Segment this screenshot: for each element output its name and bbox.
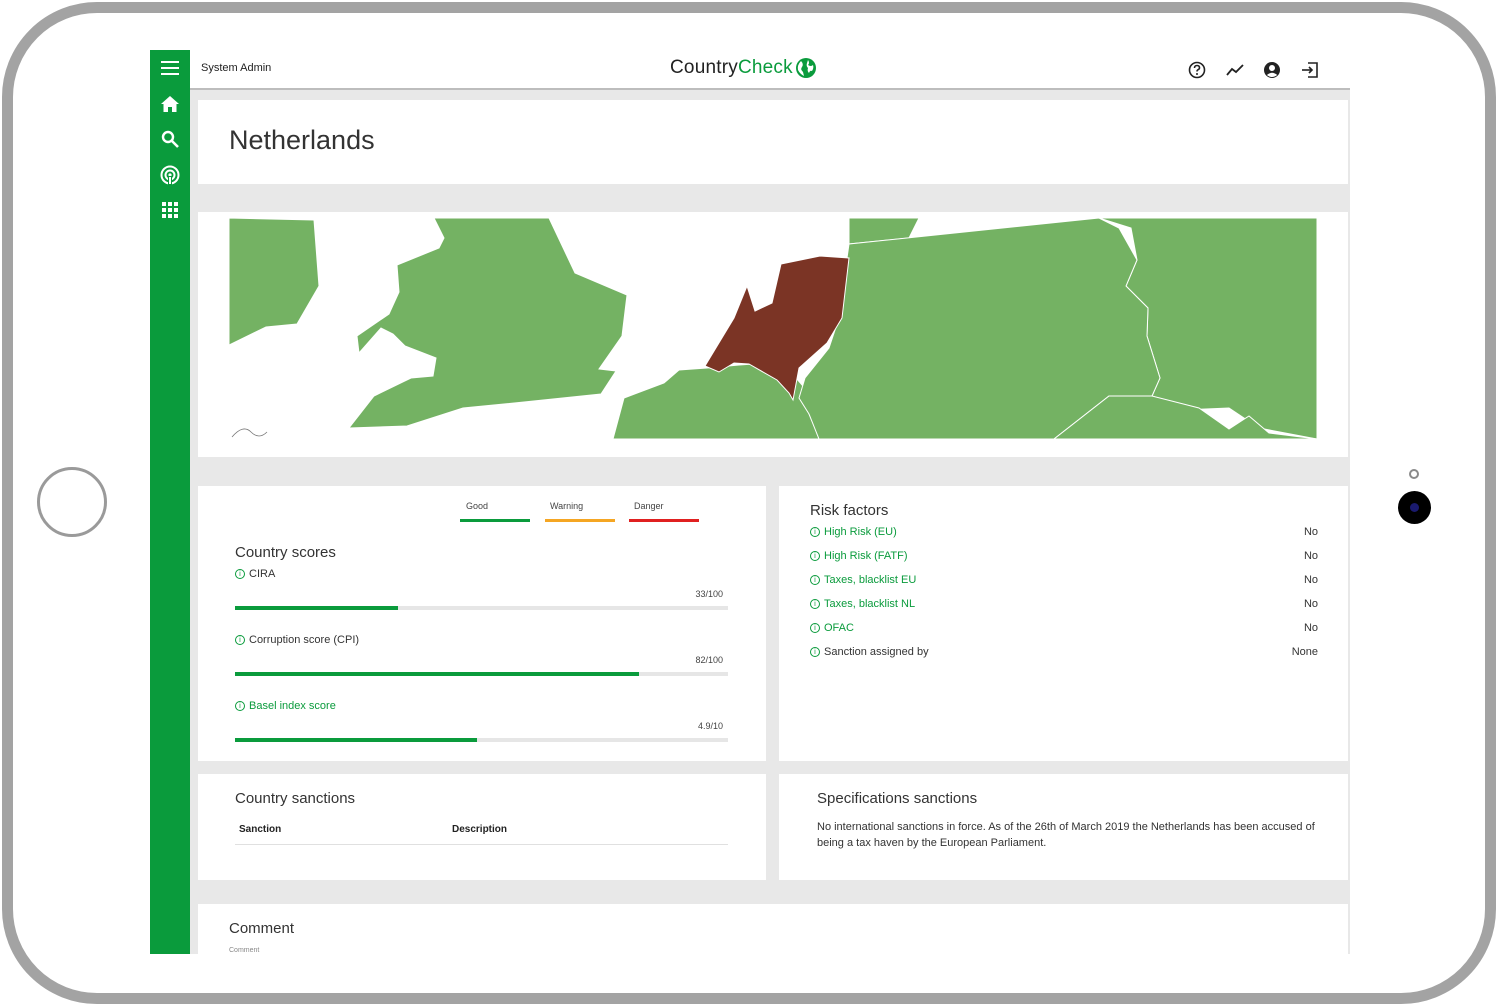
app-screen: System Admin CountryCheck Netherlands bbox=[150, 50, 1350, 954]
scores-title: Country scores bbox=[235, 544, 336, 561]
home-icon[interactable] bbox=[156, 90, 184, 118]
info-icon[interactable]: i bbox=[810, 647, 820, 657]
globe-icon bbox=[795, 57, 817, 79]
brand-name-part2: Check bbox=[738, 57, 793, 79]
logout-icon[interactable] bbox=[1299, 59, 1321, 81]
specifications-sanctions-card: Specifications sanctions No internationa… bbox=[779, 774, 1348, 880]
score-bar-fill bbox=[235, 738, 477, 742]
info-icon[interactable]: i bbox=[810, 575, 820, 585]
risk-label[interactable]: iOFAC bbox=[810, 622, 854, 634]
map-land-ireland bbox=[229, 218, 319, 345]
search-icon[interactable] bbox=[156, 125, 184, 153]
risk-value: No bbox=[1304, 598, 1318, 610]
apps-grid-icon[interactable] bbox=[156, 196, 184, 224]
score-bar-cira bbox=[235, 606, 728, 610]
tablet-home-button bbox=[37, 467, 107, 537]
legend-warning-label: Warning bbox=[550, 501, 583, 511]
legend-good-bar bbox=[460, 519, 530, 522]
info-icon[interactable]: i bbox=[810, 599, 820, 609]
brand-logo[interactable]: CountryCheck bbox=[670, 57, 817, 79]
score-value-cira: 33/100 bbox=[695, 589, 723, 599]
country-scores-card: Good Warning Danger Country scores iCIRA… bbox=[198, 486, 766, 761]
info-icon[interactable]: i bbox=[235, 569, 245, 579]
risk-label[interactable]: iTaxes, blacklist EU bbox=[810, 574, 916, 586]
risk-value: None bbox=[1292, 646, 1318, 658]
tablet-camera bbox=[1398, 491, 1431, 524]
map-land-britain bbox=[349, 218, 627, 428]
map-scale-mark bbox=[232, 429, 267, 437]
risk-value: No bbox=[1304, 550, 1318, 562]
page-header-card: Netherlands bbox=[198, 100, 1348, 184]
info-icon[interactable]: i bbox=[235, 701, 245, 711]
score-bar-basel bbox=[235, 738, 728, 742]
risk-row-sanction-assigned-by: iSanction assigned by None bbox=[810, 644, 1318, 660]
score-value-basel: 4.9/10 bbox=[698, 721, 723, 731]
score-bar-fill bbox=[235, 606, 398, 610]
score-label-cira[interactable]: iCIRA bbox=[235, 568, 275, 580]
country-map[interactable] bbox=[229, 218, 1317, 439]
risk-value: No bbox=[1304, 574, 1318, 586]
info-icon[interactable]: i bbox=[810, 527, 820, 537]
score-label-cpi[interactable]: iCorruption score (CPI) bbox=[235, 634, 359, 646]
comment-card: Comment Comment bbox=[198, 904, 1348, 954]
score-bar-fill bbox=[235, 672, 639, 676]
score-bar-cpi bbox=[235, 672, 728, 676]
risk-title: Risk factors bbox=[810, 502, 888, 519]
top-bar: System Admin CountryCheck bbox=[190, 50, 1350, 90]
legend-danger-label: Danger bbox=[634, 501, 664, 511]
info-icon[interactable]: i bbox=[810, 551, 820, 561]
country-map-card bbox=[198, 212, 1348, 457]
sidebar bbox=[150, 50, 190, 954]
risk-value: No bbox=[1304, 622, 1318, 634]
risk-row-tax-blacklist-nl: iTaxes, blacklist NL No bbox=[810, 596, 1318, 612]
info-icon[interactable]: i bbox=[810, 623, 820, 633]
legend-warning-bar bbox=[545, 519, 615, 522]
column-header-description[interactable]: Description bbox=[452, 824, 507, 835]
comment-title: Comment bbox=[229, 920, 294, 937]
risk-row-high-risk-eu: iHigh Risk (EU) No bbox=[810, 524, 1318, 540]
risk-label[interactable]: iHigh Risk (FATF) bbox=[810, 550, 908, 562]
risk-row-high-risk-fatf: iHigh Risk (FATF) No bbox=[810, 548, 1318, 564]
legend-danger-bar bbox=[629, 519, 699, 522]
help-icon[interactable] bbox=[1186, 59, 1208, 81]
risk-label[interactable]: iHigh Risk (EU) bbox=[810, 526, 897, 538]
risk-factors-card: Risk factors iHigh Risk (EU) No iHigh Ri… bbox=[779, 486, 1348, 761]
risk-label[interactable]: iSanction assigned by bbox=[810, 646, 929, 658]
specifications-title: Specifications sanctions bbox=[817, 790, 977, 807]
score-value-cpi: 82/100 bbox=[695, 655, 723, 665]
current-user: System Admin bbox=[201, 62, 271, 74]
account-icon[interactable] bbox=[1261, 59, 1283, 81]
comment-field-label[interactable]: Comment bbox=[229, 947, 259, 954]
risk-row-ofac: iOFAC No bbox=[810, 620, 1318, 636]
score-label-basel[interactable]: iBasel index score bbox=[235, 700, 336, 712]
risk-label[interactable]: iTaxes, blacklist NL bbox=[810, 598, 915, 610]
tablet-sensor bbox=[1409, 469, 1419, 479]
brand-name-part1: Country bbox=[670, 57, 738, 79]
risk-value: No bbox=[1304, 526, 1318, 538]
sanctions-title: Country sanctions bbox=[235, 790, 355, 807]
country-sanctions-card: Country sanctions Sanction Description bbox=[198, 774, 766, 880]
risk-row-tax-blacklist-eu: iTaxes, blacklist EU No bbox=[810, 572, 1318, 588]
info-icon[interactable]: i bbox=[235, 635, 245, 645]
table-divider bbox=[235, 844, 728, 845]
page-title: Netherlands bbox=[229, 125, 375, 156]
specifications-text: No international sanctions in force. As … bbox=[817, 819, 1317, 851]
radar-icon[interactable] bbox=[156, 161, 184, 189]
column-header-sanction[interactable]: Sanction bbox=[239, 824, 281, 835]
trend-icon[interactable] bbox=[1224, 59, 1246, 81]
legend-good-label: Good bbox=[466, 501, 488, 511]
menu-icon[interactable] bbox=[156, 54, 184, 82]
